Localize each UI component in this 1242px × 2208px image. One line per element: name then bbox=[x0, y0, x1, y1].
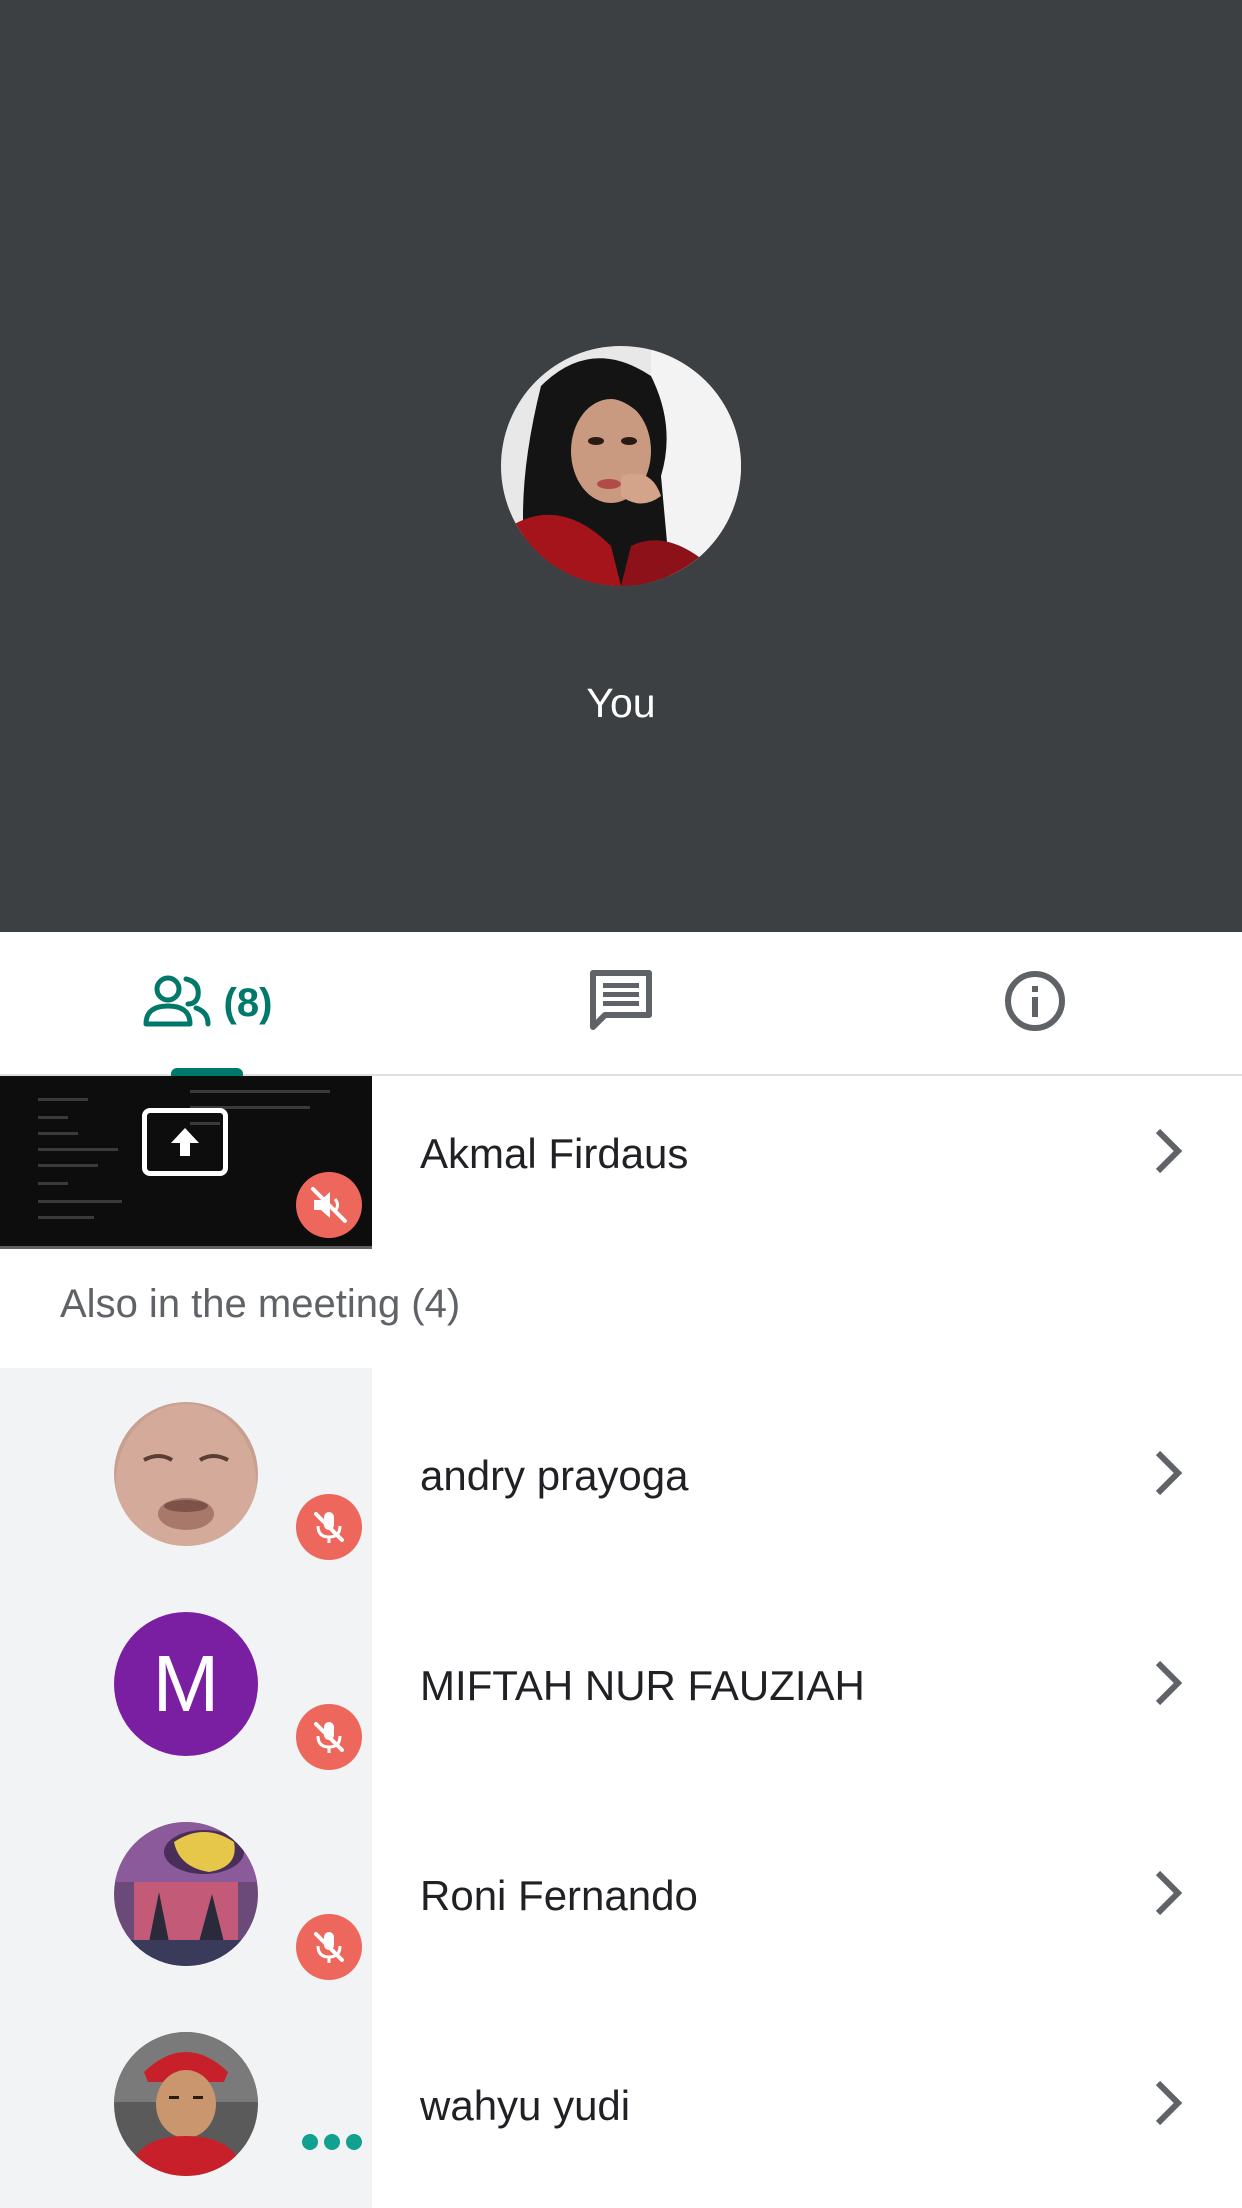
participant-row[interactable]: wahyu yudi bbox=[0, 1998, 1242, 2208]
presenter-row[interactable]: Akmal Firdaus bbox=[0, 1076, 1242, 1249]
presenter-name: Akmal Firdaus bbox=[420, 1130, 689, 1177]
presentation-thumbnail bbox=[0, 1076, 372, 1249]
participant-avatar-pane bbox=[0, 1788, 372, 1998]
participant-list: andry prayoga M MIFTAH NUR FAUZIAH Roni … bbox=[0, 1368, 1242, 2208]
present-screen-icon bbox=[142, 1108, 228, 1176]
participant-count: (8) bbox=[223, 980, 273, 1025]
speaking-indicator-icon bbox=[302, 2134, 362, 2150]
self-name-label: You bbox=[586, 680, 656, 726]
participant-row[interactable]: andry prayoga bbox=[0, 1368, 1242, 1578]
participant-avatar-pane bbox=[0, 1998, 372, 2208]
participant-avatar-pane: M bbox=[0, 1578, 372, 1788]
avatar: M bbox=[114, 1612, 258, 1756]
tab-chat[interactable] bbox=[414, 932, 828, 1074]
mic-off-icon bbox=[296, 1704, 362, 1770]
tab-info[interactable] bbox=[828, 932, 1242, 1074]
active-tab-indicator bbox=[171, 1068, 243, 1076]
people-icon bbox=[142, 974, 212, 1033]
participant-name: wahyu yudi bbox=[420, 2082, 631, 2129]
avatar bbox=[114, 1822, 258, 1966]
participant-row[interactable]: M MIFTAH NUR FAUZIAH bbox=[0, 1578, 1242, 1788]
chevron-right-icon[interactable] bbox=[1150, 1447, 1186, 1504]
mic-off-icon bbox=[296, 1914, 362, 1980]
participant-name: MIFTAH NUR FAUZIAH bbox=[420, 1662, 865, 1709]
tab-people[interactable]: (8) bbox=[0, 932, 414, 1074]
participant-avatar-pane bbox=[0, 1368, 372, 1578]
avatar bbox=[114, 2032, 258, 2176]
chevron-right-icon[interactable] bbox=[1150, 1867, 1186, 1924]
chevron-right-icon[interactable] bbox=[1150, 1125, 1186, 1182]
avatar bbox=[114, 1402, 258, 1546]
meeting-tab-bar: (8) bbox=[0, 932, 1242, 1076]
self-avatar bbox=[501, 346, 741, 586]
chevron-right-icon[interactable] bbox=[1150, 1657, 1186, 1714]
chat-icon bbox=[589, 969, 653, 1038]
volume-off-icon bbox=[296, 1172, 362, 1238]
mic-off-icon bbox=[296, 1494, 362, 1560]
participant-name: andry prayoga bbox=[420, 1452, 689, 1499]
chevron-right-icon[interactable] bbox=[1150, 2077, 1186, 2134]
participant-name: Roni Fernando bbox=[420, 1872, 698, 1919]
section-header: Also in the meeting (4) bbox=[60, 1282, 461, 1326]
self-video-tile[interactable]: You bbox=[0, 0, 1242, 932]
participant-row[interactable]: Roni Fernando bbox=[0, 1788, 1242, 1998]
info-icon bbox=[1003, 969, 1067, 1038]
